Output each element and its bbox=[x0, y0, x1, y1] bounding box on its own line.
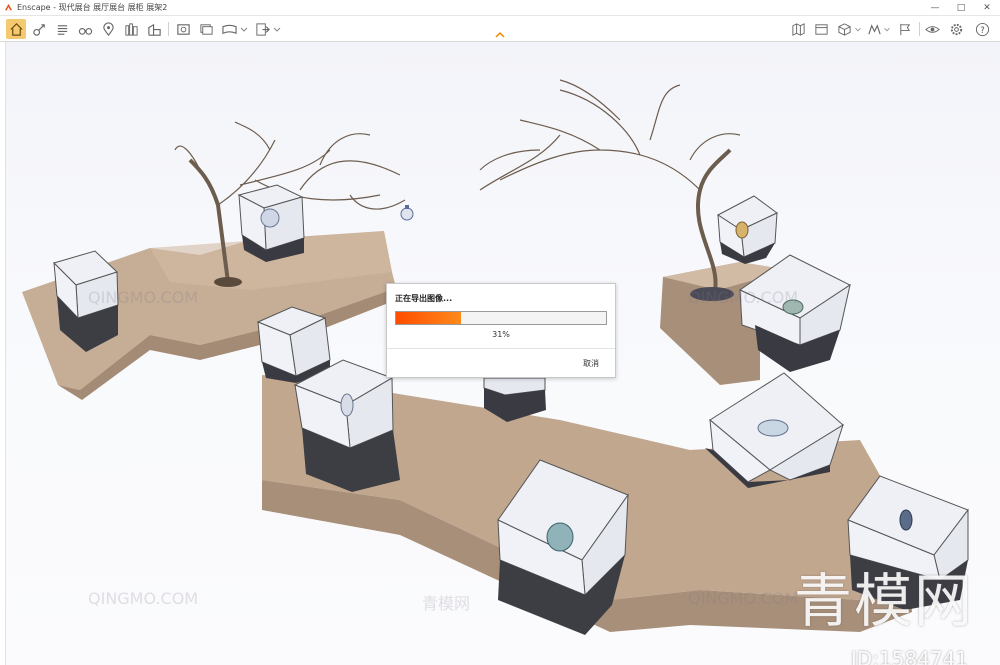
progress-percent: 31% bbox=[492, 330, 510, 339]
watermark-logo: QINGMO.COM bbox=[88, 589, 199, 608]
toolbar-separator bbox=[168, 22, 169, 36]
binoculars-icon[interactable] bbox=[75, 19, 95, 39]
books-icon[interactable] bbox=[121, 19, 141, 39]
collapse-toolbar-icon[interactable] bbox=[493, 29, 507, 39]
watermark-logo: QINGMO.COM bbox=[688, 288, 799, 307]
display-case bbox=[717, 195, 778, 264]
home-icon[interactable] bbox=[6, 19, 26, 39]
watermark-logo: QINGMO.COM bbox=[88, 288, 199, 307]
svg-text:?: ? bbox=[980, 24, 984, 34]
export-progress-dialog: 正在导出图像... 31% 取消 bbox=[386, 283, 616, 378]
watermark-id: ID:1584741 bbox=[850, 647, 968, 665]
cube-icon[interactable] bbox=[834, 19, 854, 39]
title-bar: Enscape - 现代展台 展厅展台 展柜 展架2 — □ ✕ bbox=[0, 0, 1000, 16]
buildings-icon[interactable] bbox=[144, 19, 164, 39]
enscape-logo-icon bbox=[4, 3, 13, 11]
chevron-down-icon[interactable] bbox=[882, 19, 892, 39]
material-icon[interactable] bbox=[864, 19, 884, 39]
minimize-icon[interactable]: — bbox=[922, 0, 948, 16]
progress-fill bbox=[396, 312, 462, 324]
cancel-button[interactable]: 取消 bbox=[583, 358, 599, 369]
location-icon[interactable] bbox=[98, 19, 118, 39]
right-tree bbox=[479, 79, 741, 301]
enscape-window: Enscape - 现代展台 展厅展台 展柜 展架2 — □ ✕ ? QINGM… bbox=[0, 0, 1000, 665]
map-icon[interactable] bbox=[788, 19, 808, 39]
watermark-cn: 青模网 bbox=[422, 594, 471, 613]
progress-bar bbox=[395, 311, 607, 325]
batch-render-icon[interactable] bbox=[196, 19, 216, 39]
link-icon[interactable] bbox=[29, 19, 49, 39]
chevron-down-icon[interactable] bbox=[853, 19, 863, 39]
watermark-big: 青模网 bbox=[793, 567, 974, 635]
toolbar-separator bbox=[919, 22, 920, 36]
window-controls: — □ ✕ bbox=[922, 0, 1000, 16]
window-title: Enscape - 现代展台 展厅展台 展柜 展架2 bbox=[17, 3, 168, 12]
close-icon[interactable]: ✕ bbox=[974, 0, 1000, 16]
screenshot-icon[interactable] bbox=[173, 19, 193, 39]
flag-icon[interactable] bbox=[895, 19, 915, 39]
dialog-title: 正在导出图像... bbox=[395, 294, 453, 303]
visibility-icon[interactable] bbox=[922, 19, 942, 39]
dialog-divider bbox=[387, 348, 615, 349]
left-panel-edge bbox=[0, 42, 6, 665]
chevron-down-icon[interactable] bbox=[271, 19, 283, 39]
display-case bbox=[237, 184, 305, 262]
display-case bbox=[293, 359, 400, 492]
help-icon[interactable]: ? bbox=[972, 19, 992, 39]
export-icon[interactable] bbox=[252, 19, 272, 39]
floating-vase bbox=[400, 205, 414, 221]
video-icon[interactable] bbox=[811, 19, 831, 39]
chevron-down-icon[interactable] bbox=[238, 19, 250, 39]
maximize-icon[interactable]: □ bbox=[948, 0, 974, 16]
list-icon[interactable] bbox=[52, 19, 72, 39]
panorama-icon[interactable] bbox=[219, 19, 239, 39]
display-case bbox=[256, 306, 331, 383]
watermark-logo: QINGMO.COM bbox=[688, 589, 799, 608]
settings-icon[interactable] bbox=[946, 19, 966, 39]
